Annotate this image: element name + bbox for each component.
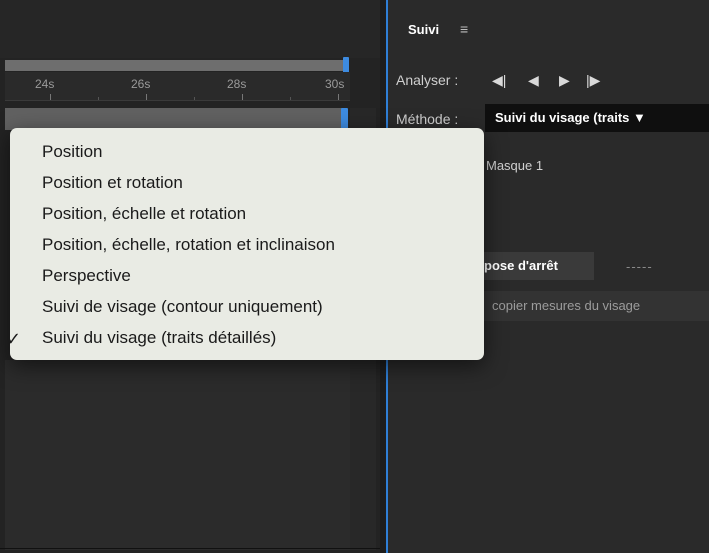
menu-item-face-outline[interactable]: Suivi de visage (contour uniquement) [42,297,323,317]
copy-face-measurements-button[interactable]: copier mesures du visage [470,291,709,321]
minor-tick [290,97,291,100]
menu-item-perspective[interactable]: Perspective [42,266,131,286]
menu-item-position-scale-rotation[interactable]: Position, échelle et rotation [42,204,246,224]
menu-item-position[interactable]: Position [42,142,102,162]
layer-end-handle[interactable] [341,108,348,130]
checkmark-icon: ✓ [6,329,22,349]
tick-label: 28s [227,77,247,91]
method-dropdown[interactable]: Suivi du visage (traits ▼ [485,104,709,132]
work-area-end-handle[interactable] [343,57,349,73]
tick-label: 30s [325,77,345,91]
pose-value: ----- [626,259,653,274]
layer-track[interactable] [5,108,345,130]
tick-label: 26s [131,77,151,91]
method-label: Méthode : [396,111,459,127]
step-forward-icon[interactable]: |▶ [586,72,600,89]
minor-tick [194,97,195,100]
play-forward-icon[interactable]: ▶ [559,72,570,89]
play-backward-icon[interactable]: ◀ [528,72,539,89]
divider [0,548,380,549]
step-backward-icon[interactable]: ◀| [492,72,506,89]
minor-tick [98,97,99,100]
neutral-pose-button[interactable]: pose d'arrêt [470,252,594,280]
timeline-header [0,0,380,58]
tracking-method-menu: Position Position et rotation Position, … [10,128,484,360]
mask-name[interactable]: Masque 1 [486,158,543,173]
tick-label: 24s [35,77,55,91]
menu-item-face-detailed[interactable]: Suivi du visage (traits détaillés) [42,328,276,348]
tick-mark [50,94,51,100]
menu-item-position-scale-rotation-skew[interactable]: Position, échelle, rotation et inclinais… [42,235,335,255]
menu-item-position-rotation[interactable]: Position et rotation [42,173,183,193]
tick-mark [146,94,147,100]
tick-mark [338,94,339,100]
time-ruler[interactable]: 24s 26s 28s 30s [5,72,350,101]
tick-mark [242,94,243,100]
panel-menu-icon[interactable]: ≡ [460,21,468,37]
timeline-lower-area [5,360,350,550]
panel-title: Suivi [408,22,440,37]
work-area-bar[interactable] [5,60,348,71]
analyze-label: Analyser : [396,72,459,88]
